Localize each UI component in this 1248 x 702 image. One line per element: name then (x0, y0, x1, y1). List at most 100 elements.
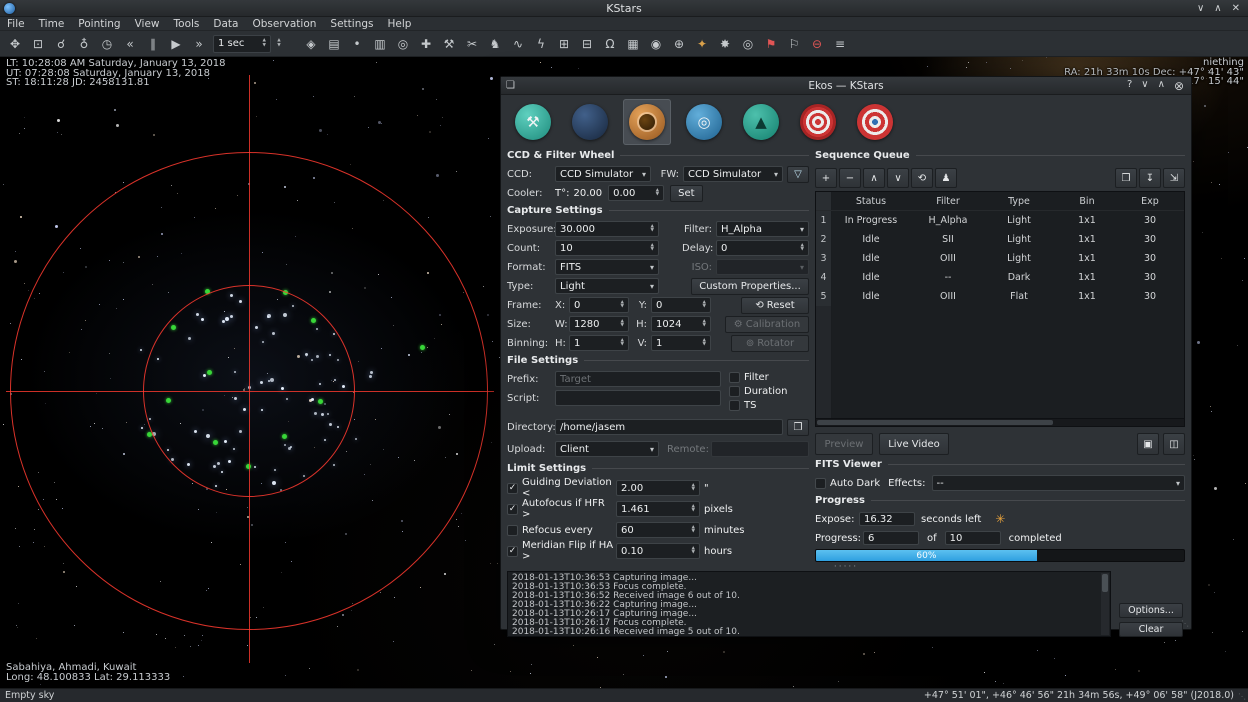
ts-checkbox[interactable] (729, 400, 740, 411)
horizontal-grid-toggle-icon[interactable]: ⊟ (576, 33, 598, 55)
menu-pointing[interactable]: Pointing (71, 17, 127, 31)
refocus-input[interactable]: 60 (616, 522, 700, 538)
set-time-icon[interactable]: ◷ (96, 33, 118, 55)
menu-data[interactable]: Data (206, 17, 245, 31)
save-sequence-as-button[interactable]: ⇲ (1163, 168, 1185, 188)
time-advance-icon[interactable]: » (188, 33, 210, 55)
frame-x-input[interactable]: 0 (569, 297, 629, 313)
focus-module-button[interactable]: ◎ (680, 99, 728, 145)
align-module-button[interactable] (851, 99, 899, 145)
reset-frame-button[interactable]: Reset (741, 297, 809, 314)
ekos-dialog[interactable]: ❏ Ekos — KStars ? ∨ ∧ ⊗ ⚒ ◎ ▲ (500, 76, 1192, 630)
custom-properties-button[interactable]: Custom Properties... (691, 278, 809, 295)
clear-log-button[interactable]: Clear (1119, 622, 1183, 637)
red-flag-icon[interactable]: ⚑ (760, 33, 782, 55)
dialog-resize-gr ip[interactable]: ⋱ (1181, 619, 1189, 628)
upload-mode-select[interactable]: Client (555, 441, 659, 457)
gray-flag-icon[interactable]: ⚐ (783, 33, 805, 55)
open-sequence-button[interactable]: ❒ (1115, 168, 1137, 188)
milky-way-toggle-icon[interactable]: ∿ (507, 33, 529, 55)
ekos-log[interactable]: 2018-01-13T10:36:53 Capturing image...20… (507, 571, 1111, 637)
menu-help[interactable]: Help (381, 17, 419, 31)
remove-object-icon[interactable]: ⊖ (806, 33, 828, 55)
time-rewind-icon[interactable]: « (119, 33, 141, 55)
reset-queue-button[interactable]: ⟲ (911, 168, 933, 188)
constellation-lines-toggle-icon[interactable]: ⚒ (438, 33, 460, 55)
comets-toggle-icon[interactable]: ▥ (369, 33, 391, 55)
zoom-fit-icon[interactable]: ⊡ (27, 33, 49, 55)
sequence-queue-row[interactable]: 3 Idle OIII Light 1x1 30 (816, 249, 1184, 268)
help-icon[interactable]: ? (1127, 79, 1132, 93)
ekos-titlebar[interactable]: ❏ Ekos — KStars ? ∨ ∧ ⊗ (501, 77, 1191, 95)
setup-module-button[interactable]: ⚒ (509, 99, 557, 145)
deep-sky-toggle-icon[interactable]: ▤ (323, 33, 345, 55)
time-play-icon[interactable]: ▶ (165, 33, 187, 55)
ts-checkbox-row[interactable]: TS (729, 399, 809, 412)
minimize-icon[interactable]: ∨ (1141, 79, 1148, 93)
live-video-button[interactable]: Live Video (879, 433, 949, 455)
whats-interesting-icon[interactable]: ◉ (645, 33, 667, 55)
download-data-icon[interactable]: ♁ (73, 33, 95, 55)
supernovae-toggle-icon[interactable]: ◎ (392, 33, 414, 55)
sequence-queue-row[interactable]: 1 In Progress H_Alpha Light 1x1 30 (816, 211, 1184, 230)
sequence-queue-row[interactable]: 4 Idle -- Dark 1x1 30 (816, 268, 1184, 287)
capture-module-button[interactable] (623, 99, 671, 145)
time-stop-icon[interactable]: ∥ (142, 33, 164, 55)
detail-view-button[interactable]: ◫ (1163, 433, 1185, 455)
solar-system-toggle-icon[interactable]: • (346, 33, 368, 55)
format-select[interactable]: FITS (555, 259, 659, 275)
scheduler-module-button[interactable] (566, 99, 614, 145)
menu-tools[interactable]: Tools (167, 17, 207, 31)
dome-control-icon[interactable]: ≡ (829, 33, 851, 55)
scrollbar-thumb[interactable] (817, 420, 1053, 425)
filter-checkbox-row[interactable]: Filter (729, 371, 809, 384)
equatorial-grid-toggle-icon[interactable]: ⊞ (553, 33, 575, 55)
frame-type-select[interactable]: Light (555, 278, 659, 294)
options-button[interactable]: Options... (1119, 603, 1183, 618)
meridian-flip-checkbox[interactable] (507, 546, 518, 557)
sequence-queue-row[interactable]: 5 Idle OIII Flat 1x1 30 (816, 287, 1184, 306)
satellites-toggle-icon[interactable]: ✚ (415, 33, 437, 55)
size-h-input[interactable]: 1024 (651, 316, 711, 332)
sequence-queue-row[interactable]: 2 Idle SII Light 1x1 30 (816, 230, 1184, 249)
move-job-up-button[interactable]: ∧ (863, 168, 885, 188)
prefix-input[interactable]: Target (555, 371, 721, 387)
snap-star-icon[interactable]: ✸ (714, 33, 736, 55)
observer-button[interactable]: ♟ (935, 168, 957, 188)
set-temperature-button[interactable]: Set (670, 185, 702, 202)
filter-manager-button[interactable] (787, 166, 809, 183)
add-job-button[interactable]: + (815, 168, 837, 188)
constellation-boundaries-toggle-icon[interactable]: ✂ (461, 33, 483, 55)
constellation-art-toggle-icon[interactable]: ♞ (484, 33, 506, 55)
log-splitter-handle[interactable]: ····· (507, 563, 1185, 571)
guiding-deviation-checkbox[interactable] (507, 483, 518, 494)
duration-checkbox-row[interactable]: Duration (729, 385, 809, 398)
delay-input[interactable]: 0 (716, 240, 809, 256)
time-step-unit-stepper[interactable] (274, 35, 284, 53)
guiding-deviation-input[interactable]: 2.00 (616, 480, 700, 496)
sequence-queue-table[interactable]: Status Filter Type Bin Exp 1 In Progr (815, 191, 1185, 419)
scrollbar-thumb[interactable] (1102, 574, 1108, 592)
time-step-input[interactable]: 1 sec (213, 35, 271, 53)
fov-symbol-icon[interactable]: ◎ (737, 33, 759, 55)
maximize-icon[interactable]: ∧ (1158, 79, 1165, 93)
temperature-target-input[interactable]: 0.00 (608, 185, 664, 201)
save-sequence-button[interactable]: ↧ (1139, 168, 1161, 188)
refocus-checkbox[interactable] (507, 525, 518, 536)
menu-time[interactable]: Time (32, 17, 72, 31)
lock-position-icon[interactable]: ✦ (691, 33, 713, 55)
queue-horizontal-scrollbar[interactable] (815, 419, 1185, 427)
filter-wheel-select[interactable]: CCD Simulator (683, 166, 783, 182)
sky-calendar-icon[interactable]: ▦ (622, 33, 644, 55)
effects-select[interactable]: -- (932, 475, 1186, 491)
menu-settings[interactable]: Settings (323, 17, 380, 31)
ecliptic-toggle-icon[interactable]: ϟ (530, 33, 552, 55)
filter-checkbox[interactable] (729, 372, 740, 383)
stars-toggle-icon[interactable]: ◈ (300, 33, 322, 55)
count-input[interactable]: 10 (555, 240, 659, 256)
telescope-crosshair-icon[interactable]: ⊕ (668, 33, 690, 55)
binning-h-input[interactable]: 1 (569, 335, 629, 351)
browse-directory-button[interactable] (787, 419, 809, 436)
auto-dark-checkbox[interactable] (815, 478, 826, 489)
minimize-icon[interactable]: ∨ (1197, 3, 1204, 14)
